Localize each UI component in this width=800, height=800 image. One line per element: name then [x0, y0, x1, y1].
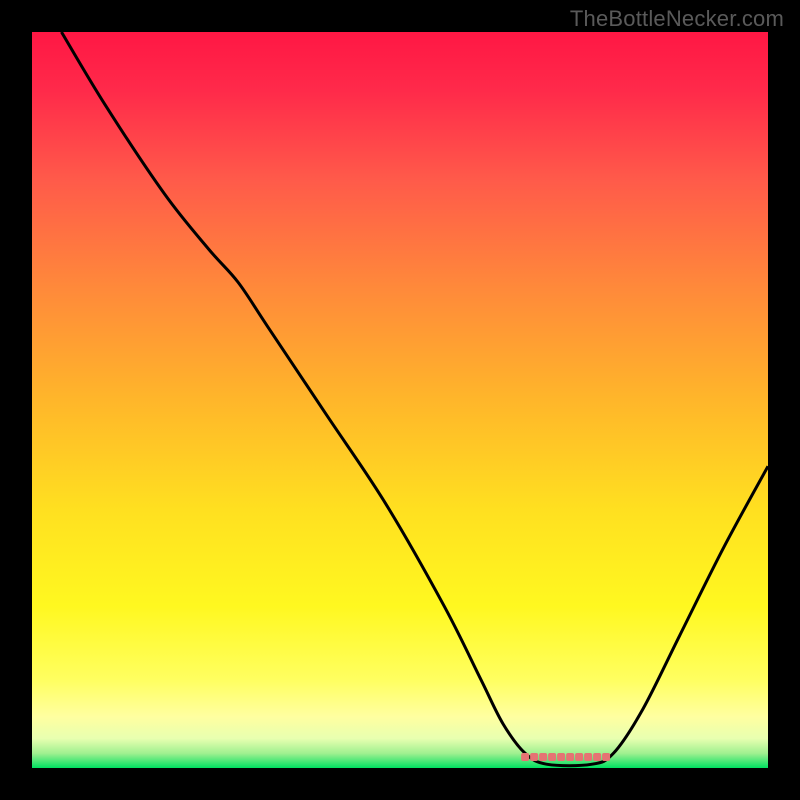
chart-container: TheBottleNecker.com: [0, 0, 800, 800]
gradient-background: [32, 32, 768, 768]
watermark-text: TheBottleNecker.com: [570, 6, 784, 32]
chart-svg: [32, 32, 768, 768]
